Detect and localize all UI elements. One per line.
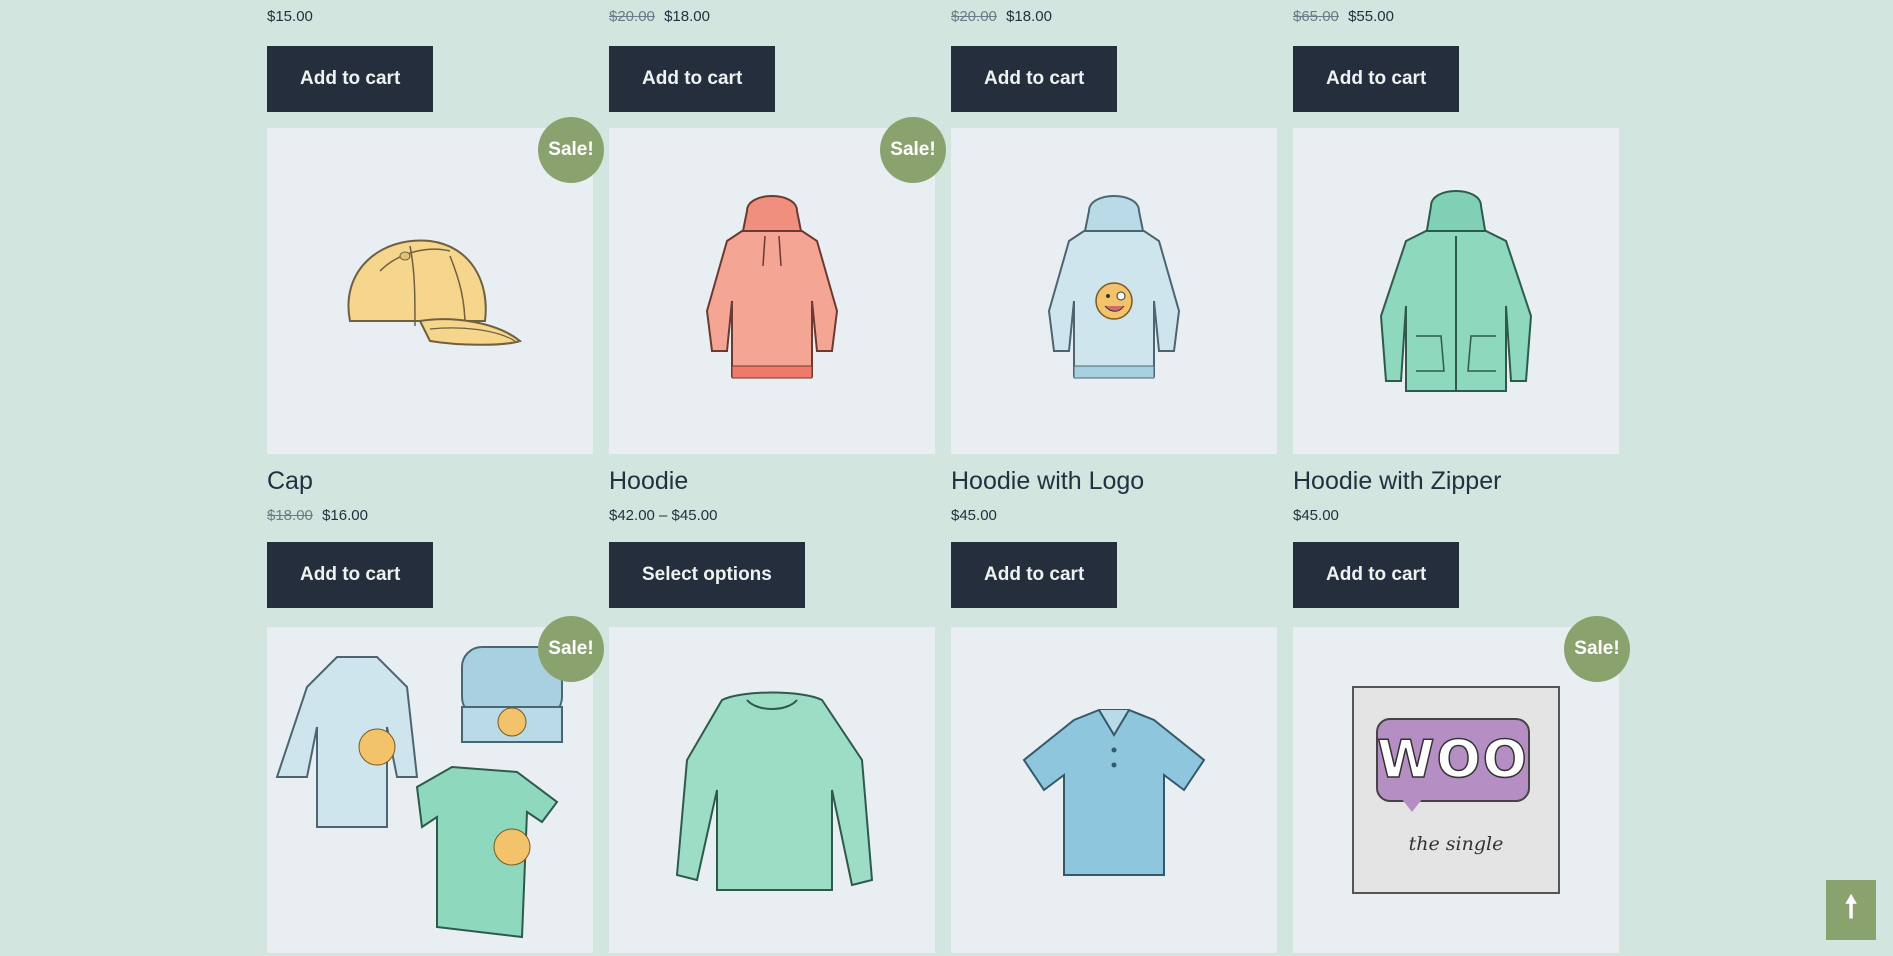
back-to-top-button[interactable]: 🠕: [1826, 880, 1876, 940]
product-title[interactable]: Hoodie with Zipper: [1293, 464, 1619, 498]
product-card-top-4: $65.00 $55.00 Add to cart: [1293, 0, 1619, 128]
add-to-cart-button[interactable]: Add to cart: [267, 542, 434, 608]
product-card-top-1: $15.00 Add to cart: [267, 0, 593, 128]
product-title[interactable]: Hoodie: [609, 464, 935, 498]
product-card-hoodie-with-zipper: Hoodie with Zipper $45.00 Add to cart: [1293, 128, 1619, 624]
shop-page: $15.00 Add to cart $20.00 $18.00 Add to …: [0, 0, 1893, 956]
hoodie-image[interactable]: [609, 128, 935, 454]
product-card-top-2: $20.00 $18.00 Add to cart: [609, 0, 935, 128]
add-to-cart-button[interactable]: Add to cart: [1293, 542, 1460, 608]
product-card-woo-single: Sale! WOO the single: [1293, 616, 1630, 953]
sale-badge: Sale!: [1564, 616, 1630, 682]
current-price: $18.00: [664, 8, 710, 25]
product-price: $15.00: [267, 7, 593, 27]
current-price: $42.00 – $45.00: [609, 507, 718, 524]
polo-icon: [1022, 709, 1206, 876]
product-price: $18.00 $16.00: [267, 506, 593, 526]
old-price: $20.00: [609, 8, 655, 25]
polo-image[interactable]: [951, 627, 1277, 953]
sale-badge: Sale!: [880, 117, 946, 183]
product-row-middle: Sale! Cap $18.00 $16.00 Add to cart Sale…: [267, 117, 1621, 624]
product-card-polo: [951, 627, 1277, 953]
current-price: $45.00: [1293, 507, 1339, 524]
woo-logo-text: WOO: [1376, 729, 1529, 791]
product-price: $65.00 $55.00: [1293, 7, 1619, 27]
old-price: $18.00: [267, 507, 313, 524]
product-card-cap: Sale! Cap $18.00 $16.00 Add to cart: [267, 117, 604, 624]
woo-logo: WOO: [1376, 718, 1530, 802]
logo-collection-image[interactable]: [267, 627, 593, 953]
cap-image[interactable]: [267, 128, 593, 454]
product-card-long-sleeve-tee: [609, 627, 935, 953]
product-title[interactable]: Hoodie with Logo: [951, 464, 1277, 498]
current-price: $55.00: [1348, 8, 1394, 25]
product-row-bottom: Sale! Sale! WOO the single: [267, 616, 1630, 953]
logo-collection-icon: [275, 646, 563, 939]
long-sleeve-tee-icon: [675, 691, 874, 891]
old-price: $65.00: [1293, 8, 1339, 25]
product-card-top-3: $20.00 $18.00 Add to cart: [951, 0, 1277, 128]
add-to-cart-button[interactable]: Add to cart: [1293, 46, 1460, 112]
add-to-cart-button[interactable]: Add to cart: [951, 542, 1118, 608]
add-to-cart-button[interactable]: Add to cart: [951, 46, 1118, 112]
product-card-hoodie: Sale! Hoodie $42.00 – $45.00 Select opti…: [609, 117, 946, 624]
sale-badge: Sale!: [538, 616, 604, 682]
album-cover: WOO the single: [1352, 686, 1560, 894]
current-price: $18.00: [1006, 8, 1052, 25]
add-to-cart-button[interactable]: Add to cart: [267, 46, 434, 112]
speech-tail: [1398, 794, 1426, 812]
hoodie-logo-image[interactable]: [951, 128, 1277, 454]
hoodie-zipper-icon: [1379, 190, 1533, 392]
current-price: $16.00: [322, 507, 368, 524]
arrow-up-icon: 🠕: [1844, 890, 1858, 924]
product-row-top: $15.00 Add to cart $20.00 $18.00 Add to …: [267, 0, 1621, 128]
product-card-logo-collection: Sale!: [267, 616, 604, 953]
sale-badge: Sale!: [538, 117, 604, 183]
product-price: $20.00 $18.00: [951, 7, 1277, 27]
add-to-cart-button[interactable]: Add to cart: [609, 46, 776, 112]
product-title[interactable]: Cap: [267, 464, 593, 498]
product-price: $42.00 – $45.00: [609, 506, 935, 526]
album-title: the single: [1408, 833, 1504, 855]
product-price: $20.00 $18.00: [609, 7, 935, 27]
product-card-hoodie-with-logo: Hoodie with Logo $45.00 Add to cart: [951, 128, 1277, 624]
cap-icon: [347, 239, 523, 346]
product-price: $45.00: [1293, 506, 1619, 526]
select-options-button[interactable]: Select options: [609, 542, 805, 608]
product-price: $45.00: [951, 506, 1277, 526]
hoodie-zipper-image[interactable]: [1293, 128, 1619, 454]
current-price: $15.00: [267, 8, 313, 25]
current-price: $45.00: [951, 507, 997, 524]
hoodie-logo-icon: [1047, 195, 1181, 379]
woo-single-image[interactable]: WOO the single: [1293, 627, 1619, 953]
long-sleeve-tee-image[interactable]: [609, 627, 935, 953]
hoodie-icon: [705, 195, 839, 379]
old-price: $20.00: [951, 8, 997, 25]
